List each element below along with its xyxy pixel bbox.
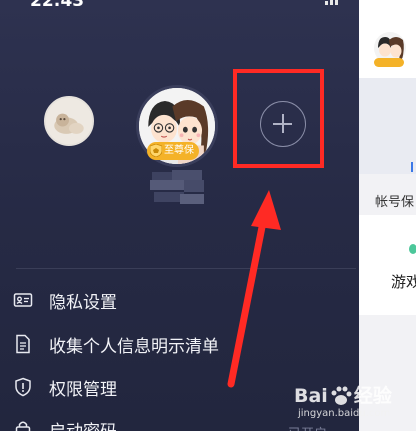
highlight-box [233,69,324,168]
status-time: 22:43 [30,0,85,11]
pointer-arrow-icon [227,190,281,388]
background-vip-badge [374,58,404,67]
document-list-icon [13,334,33,354]
menu-item-label: 收集个人信息明示清单 [49,336,219,357]
divider [16,268,356,269]
background-item-label: 游戏 [391,273,416,291]
lock-icon [13,419,33,431]
vip-badge: 至尊保 [147,142,199,160]
vip-badge-label: 至尊保 [164,145,194,156]
id-card-icon [13,290,33,310]
background-panel [359,215,416,315]
crown-shield-icon [150,144,162,157]
nickname-redacted [150,170,206,208]
background-section-label: 帐号保 [375,195,415,210]
pet-photo-icon [46,98,92,144]
menu-item-label: 权限管理 [49,379,117,400]
background-status-dot [409,244,416,254]
menu-item-label: 启动密码 [49,417,117,431]
menu-item-privacy-settings[interactable]: 隐私设置 [13,286,343,314]
shield-key-icon [13,377,33,397]
background-card [359,78,416,174]
menu-item-personal-info-list[interactable]: 收集个人信息明示清单 [13,330,343,358]
side-drawer: 22:43 至尊保 隐私设置 收集个人信息明示清单 权限管理 [0,0,359,431]
secondary-account-avatar[interactable] [44,96,94,146]
background-page: 帐号保 游戏 [359,0,416,431]
baidu-jingyan-watermark: Bai 经验 jingyan.baidu.com [292,379,416,431]
menu-item-label: 隐私设置 [49,292,117,313]
paw-logo-icon [331,386,352,405]
signal-icon [325,0,339,5]
watermark-url: jingyan.baidu.com [298,408,391,419]
